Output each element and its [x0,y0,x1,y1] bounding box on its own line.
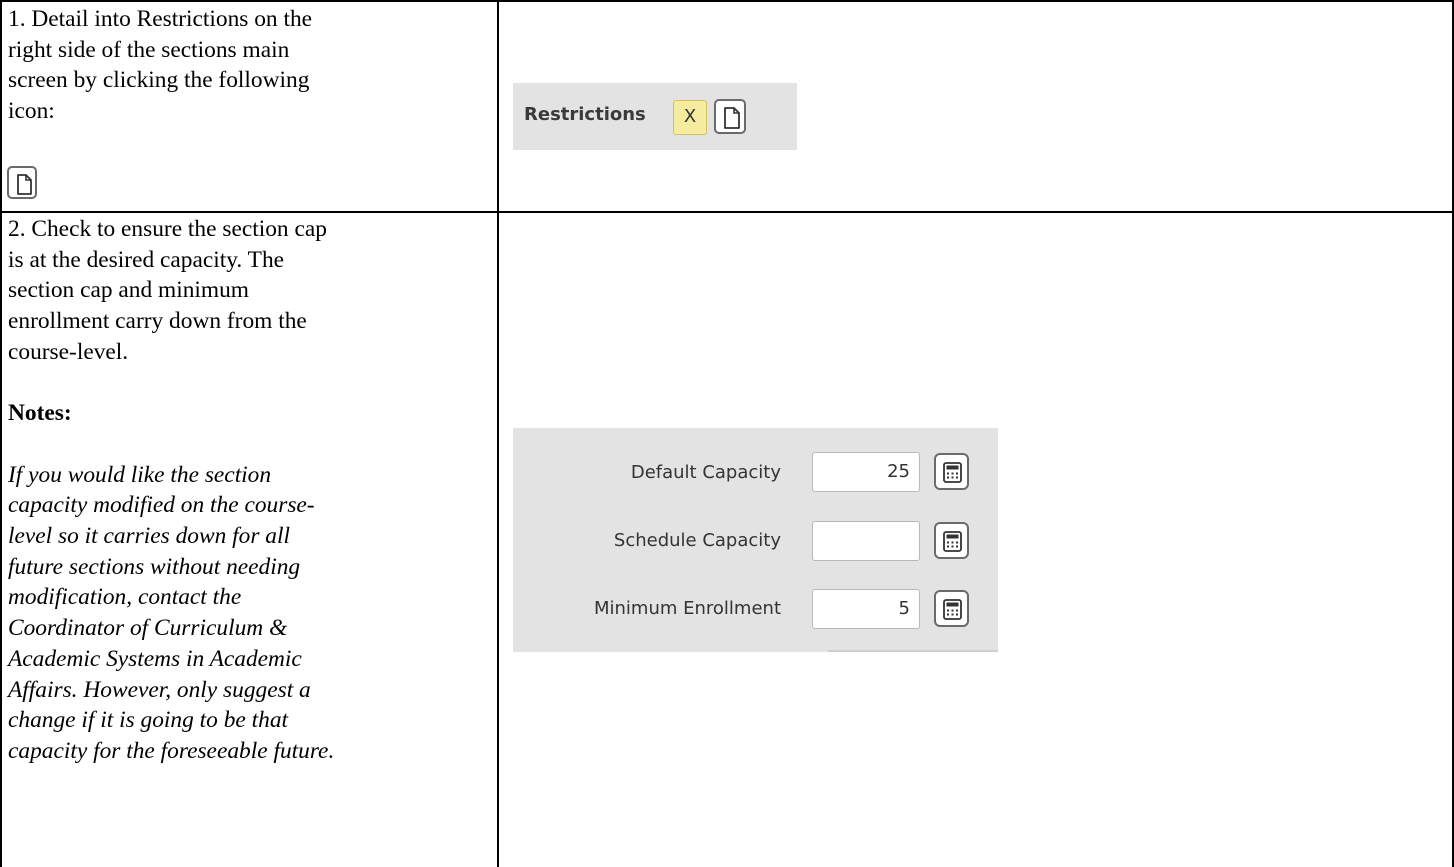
restrictions-value-field[interactable]: X [673,100,707,135]
table-border-top [0,0,1454,2]
capacity-screenshot: Default Capacity 25 Schedule Capacity Mi… [513,428,998,652]
default-capacity-input[interactable]: 25 [812,452,920,492]
instruction-line: 1. Detail into Restrictions on the [8,6,313,32]
notes-line: capacity for the foreseeable future. [8,737,335,764]
table-border-left [0,0,2,867]
instruction-line: enrollment carry down from the [8,308,307,335]
page-icon [724,107,740,129]
step-2-instruction: 2. Check to ensure the section cap is at… [8,214,493,767]
notes-line: change if it is going to be that [8,707,289,734]
calculator-icon [943,462,962,483]
minimum-enrollment-calculator-button[interactable] [934,590,969,627]
notes-body: If you would like the section capacity m… [8,460,493,767]
notes-line: Affairs. However, only suggest a [8,676,311,703]
calculator-icon [943,531,962,552]
minimum-enrollment-label: Minimum Enrollment [593,598,781,619]
schedule-capacity-input[interactable] [812,521,920,561]
notes-line: Coordinator of Curriculum & [8,615,288,642]
panel-bottom-rule [828,650,998,652]
notes-line: If you would like the section [8,461,272,488]
schedule-capacity-calculator-button[interactable] [934,522,969,559]
notes-heading: Notes: [8,400,72,427]
instruction-line: course-level. [8,338,129,365]
instruction-line: right side of the sections main [8,36,290,63]
default-capacity-calculator-button[interactable] [934,453,969,490]
instruction-line: is at the desired capacity. The [8,246,285,273]
restrictions-label: Restrictions [524,104,646,125]
notes-line: Academic Systems in Academic [8,645,302,672]
instruction-line: icon: [8,98,55,125]
minimum-enrollment-input[interactable]: 5 [812,589,920,629]
notes-line: level so it carries down for all [8,523,290,549]
calculator-icon [943,599,962,620]
instruction-line: screen by clicking the following [8,67,310,94]
restrictions-screenshot: Restrictions X [513,83,797,150]
notes-line: modification, contact the [8,584,242,611]
notes-line: future sections without needing [8,553,301,580]
schedule-capacity-label: Schedule Capacity [613,530,781,551]
table-row-divider [0,211,1454,213]
restrictions-detail-button[interactable] [714,99,746,134]
notes-line: capacity modified on the course- [8,492,315,519]
instruction-line: 2. Check to ensure the section cap [8,216,327,242]
table-column-divider [497,0,499,867]
default-capacity-label: Default Capacity [630,462,781,483]
page-icon [7,166,37,199]
instruction-line: section cap and minimum [8,277,249,304]
step-1-instruction: 1. Detail into Restrictions on the right… [8,4,493,127]
